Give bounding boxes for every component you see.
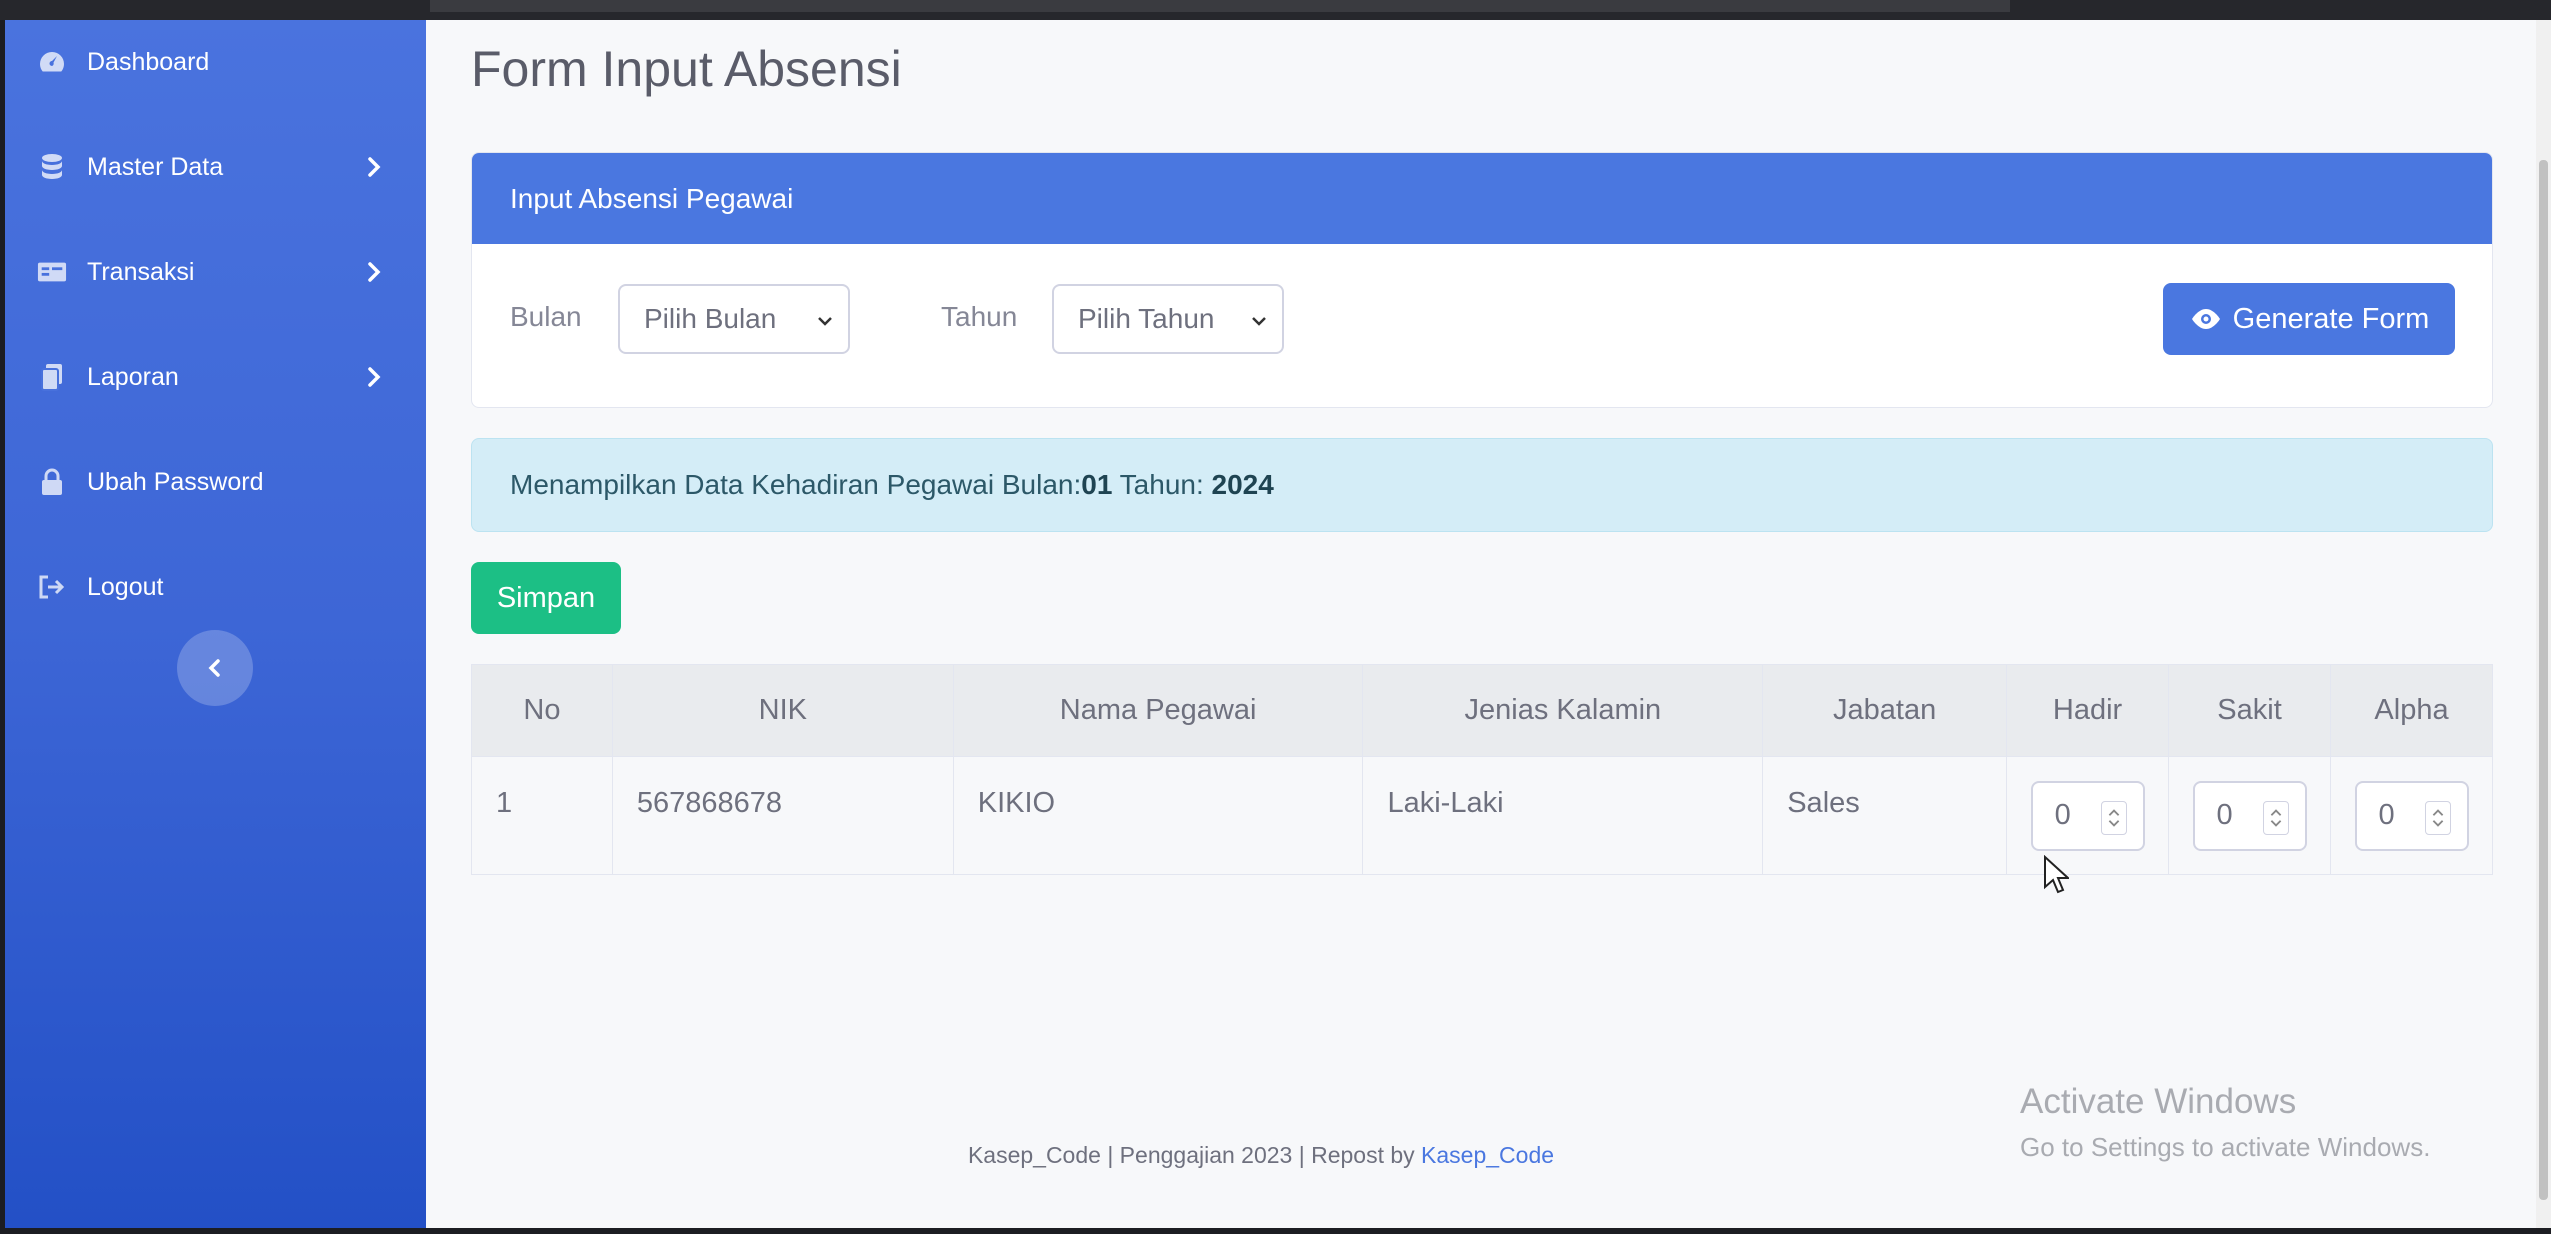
main-content: Form Input Absensi Input Absensi Pegawai…	[426, 20, 2536, 1228]
logout-icon	[37, 574, 67, 600]
dashboard-icon	[37, 49, 67, 75]
hadir-value: 0	[2054, 799, 2071, 831]
column-header-no: No	[471, 664, 613, 757]
column-header-jenis-kelamin: Jenias Kalamin	[1362, 664, 1764, 757]
vertical-scrollbar[interactable]	[2536, 20, 2551, 1228]
stepper-icon[interactable]	[2424, 800, 2451, 835]
sidebar-item-label: Laporan	[87, 362, 179, 391]
info-alert: Menampilkan Data Kehadiran Pegawai Bulan…	[471, 438, 2493, 532]
tahun-label: Tahun	[941, 301, 1018, 332]
column-header-alpha: Alpha	[2330, 664, 2493, 757]
cell-no: 1	[471, 756, 613, 875]
sidebar-item-label: Dashboard	[87, 47, 210, 76]
sidebar-item-label: Logout	[87, 572, 164, 601]
chevron-right-icon	[368, 262, 381, 282]
sidebar-toggle-button[interactable]	[177, 630, 253, 706]
sidebar-item-label: Transaksi	[87, 257, 195, 286]
column-header-hadir: Hadir	[2006, 664, 2170, 757]
chevron-left-icon	[208, 659, 220, 677]
lock-icon	[37, 468, 67, 495]
cell-alpha: 0	[2330, 756, 2493, 875]
sidebar-item-laporan[interactable]: Laporan	[5, 347, 426, 407]
cell-sakit: 0	[2168, 756, 2331, 875]
window-top-strip	[0, 0, 2551, 20]
sidebar-item-master-data[interactable]: Master Data	[5, 137, 426, 197]
database-icon	[37, 154, 67, 180]
footer-text: Kasep_Code | Penggajian 2023 | Repost by	[967, 1142, 1422, 1168]
chevron-down-icon	[1252, 317, 1266, 326]
column-header-jabatan: Jabatan	[1762, 664, 2008, 757]
windows-activation-subtitle: Go to Settings to activate Windows.	[2020, 1132, 2431, 1162]
save-button[interactable]: Simpan	[471, 562, 621, 634]
page-title: Form Input Absensi	[471, 41, 902, 97]
attendance-table: No NIK Nama Pegawai Jenias Kalamin Jabat…	[471, 664, 2493, 875]
alert-bulan-value: 01	[1081, 469, 1113, 500]
chevron-right-icon	[368, 367, 381, 387]
bulan-select[interactable]: Pilih Bulan	[618, 284, 850, 354]
footer-link[interactable]: Kasep_Code	[1421, 1142, 1554, 1168]
bulan-select-value: Pilih Bulan	[644, 303, 777, 334]
stepper-icon[interactable]	[2262, 800, 2289, 835]
stepper-icon[interactable]	[2100, 800, 2127, 835]
alert-tahun-text: Tahun:	[1112, 469, 1212, 500]
hadir-input[interactable]: 0	[2030, 780, 2145, 851]
table-row: 1 567868678 KIKIO Laki-Laki Sales 0 0 0	[471, 756, 2493, 875]
bulan-label: Bulan	[510, 301, 582, 332]
scrollbar-thumb[interactable]	[2539, 160, 2548, 1200]
alert-text: Menampilkan Data Kehadiran Pegawai Bulan…	[510, 469, 1082, 500]
report-icon	[37, 364, 67, 391]
column-header-sakit: Sakit	[2168, 664, 2331, 757]
chevron-down-icon	[818, 317, 832, 326]
sidebar: Dashboard Master Data Transaksi Laporan …	[5, 20, 426, 1228]
transaction-icon	[37, 259, 67, 285]
sakit-input[interactable]: 0	[2192, 780, 2307, 851]
alert-tahun-value: 2024	[1211, 469, 1274, 500]
card-header: Input Absensi Pegawai	[472, 153, 2492, 244]
column-header-nik: NIK	[611, 664, 954, 757]
column-header-nama: Nama Pegawai	[952, 664, 1364, 757]
tab-bar	[430, 0, 2010, 12]
sidebar-item-logout[interactable]: Logout	[5, 557, 426, 617]
cell-jenis-kelamin: Laki-Laki	[1362, 756, 1764, 875]
cell-nik: 567868678	[611, 756, 954, 875]
chevron-right-icon	[368, 157, 381, 177]
attendance-filter-card: Input Absensi Pegawai Bulan Pilih Bulan …	[471, 152, 2493, 408]
sidebar-item-transaksi[interactable]: Transaksi	[5, 242, 426, 302]
cell-jabatan: Sales	[1762, 756, 2008, 875]
sidebar-item-dashboard[interactable]: Dashboard	[5, 32, 426, 92]
sidebar-item-label: Ubah Password	[87, 467, 264, 496]
cell-hadir: 0	[2006, 756, 2170, 875]
sidebar-item-label: Master Data	[87, 152, 224, 181]
alpha-input[interactable]: 0	[2354, 780, 2469, 851]
eye-icon	[2191, 309, 2220, 329]
alpha-value: 0	[2378, 799, 2395, 831]
cell-nama: KIKIO	[952, 756, 1364, 875]
tahun-select-value: Pilih Tahun	[1078, 303, 1215, 334]
table-header-row: No NIK Nama Pegawai Jenias Kalamin Jabat…	[471, 664, 2493, 757]
generate-form-label: Generate Form	[2232, 302, 2430, 335]
windows-activation-title: Activate Windows	[2020, 1082, 2297, 1121]
tahun-select[interactable]: Pilih Tahun	[1052, 284, 1284, 354]
sidebar-item-ubah-password[interactable]: Ubah Password	[5, 452, 426, 512]
mouse-cursor-icon	[2044, 855, 2069, 894]
sakit-value: 0	[2216, 799, 2233, 831]
generate-form-button[interactable]: Generate Form	[2163, 283, 2455, 355]
